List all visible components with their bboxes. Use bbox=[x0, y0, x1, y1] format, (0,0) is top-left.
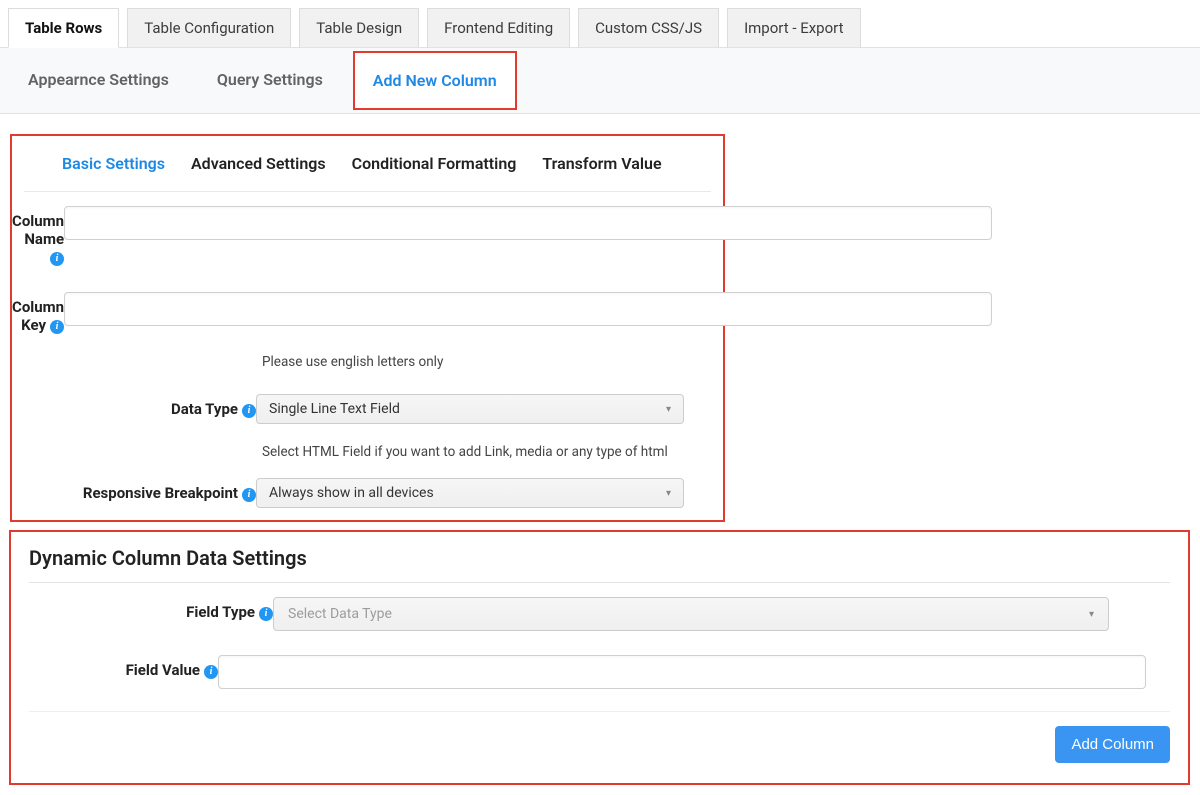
tab-table-design[interactable]: Table Design bbox=[299, 8, 419, 48]
dynamic-column-panel: Dynamic Column Data Settings Field Typei… bbox=[9, 530, 1190, 785]
info-icon[interactable]: i bbox=[242, 404, 256, 418]
data-type-select[interactable]: Single Line Text Field ▾ bbox=[256, 394, 684, 424]
info-icon[interactable]: i bbox=[259, 607, 273, 621]
sub-tab-bar: Appearnce Settings Query Settings Add Ne… bbox=[0, 48, 1200, 114]
label-field-value: Field Valuei bbox=[29, 655, 218, 679]
label-field-type: Field Typei bbox=[29, 597, 273, 621]
chevron-down-icon: ▾ bbox=[1089, 609, 1094, 620]
info-icon[interactable]: i bbox=[50, 252, 64, 266]
inner-tab-advanced[interactable]: Advanced Settings bbox=[191, 154, 326, 173]
column-key-input[interactable] bbox=[64, 292, 992, 326]
chevron-down-icon: ▾ bbox=[666, 404, 671, 415]
tab-table-configuration[interactable]: Table Configuration bbox=[127, 8, 291, 48]
tab-custom-css-js[interactable]: Custom CSS/JS bbox=[578, 8, 719, 48]
inner-tab-transform[interactable]: Transform Value bbox=[542, 154, 661, 173]
inner-tab-basic[interactable]: Basic Settings bbox=[62, 154, 165, 173]
top-tab-bar: Table Rows Table Configuration Table Des… bbox=[0, 0, 1200, 48]
dynamic-section-title: Dynamic Column Data Settings bbox=[29, 546, 1170, 583]
label-column-key: Column Keyi bbox=[12, 292, 64, 334]
tab-frontend-editing[interactable]: Frontend Editing bbox=[427, 8, 570, 48]
subtab-appearance-settings[interactable]: Appearnce Settings bbox=[10, 48, 187, 113]
info-icon[interactable]: i bbox=[50, 320, 64, 334]
column-key-help: Please use english letters only bbox=[262, 354, 723, 370]
subtab-add-new-column[interactable]: Add New Column bbox=[353, 51, 517, 110]
tab-import-export[interactable]: Import - Export bbox=[727, 8, 860, 48]
responsive-breakpoint-select[interactable]: Always show in all devices ▾ bbox=[256, 478, 684, 508]
basic-settings-panel: Basic Settings Advanced Settings Conditi… bbox=[10, 134, 725, 522]
label-column-name: Column Namei bbox=[12, 206, 64, 266]
label-data-type: Data Typei bbox=[12, 394, 256, 418]
data-type-help: Select HTML Field if you want to add Lin… bbox=[262, 444, 723, 460]
column-name-input[interactable] bbox=[64, 206, 992, 240]
chevron-down-icon: ▾ bbox=[666, 488, 671, 499]
tab-table-rows[interactable]: Table Rows bbox=[8, 8, 119, 48]
field-value-input[interactable] bbox=[218, 655, 1146, 689]
field-type-select[interactable]: Select Data Type ▾ bbox=[273, 597, 1109, 631]
info-icon[interactable]: i bbox=[204, 665, 218, 679]
subtab-query-settings[interactable]: Query Settings bbox=[199, 48, 341, 113]
info-icon[interactable]: i bbox=[242, 488, 256, 502]
label-responsive-breakpoint: Responsive Breakpointi bbox=[12, 478, 256, 502]
inner-tab-conditional[interactable]: Conditional Formatting bbox=[352, 154, 517, 173]
inner-tab-bar: Basic Settings Advanced Settings Conditi… bbox=[24, 136, 711, 192]
add-column-button[interactable]: Add Column bbox=[1055, 726, 1170, 763]
